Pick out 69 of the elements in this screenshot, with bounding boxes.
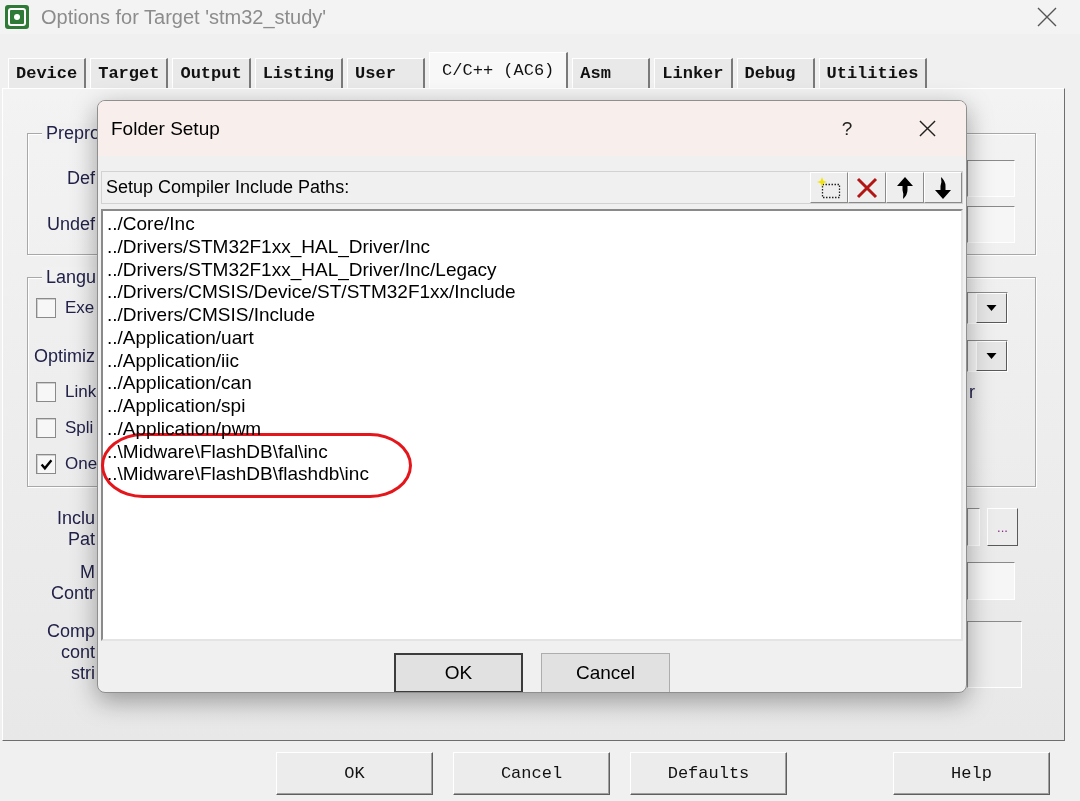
footer-button[interactable]: Cancel (453, 752, 610, 795)
tab[interactable]: User (347, 58, 426, 88)
list-item[interactable]: ../Drivers/CMSIS/Include (103, 304, 961, 327)
list-item[interactable]: ../Drivers/STM32F1xx_HAL_Driver/Inc/Legacy (103, 258, 961, 282)
checkbox-label: One (65, 454, 98, 474)
caret-icon (986, 305, 997, 311)
dropdown[interactable] (967, 340, 1008, 372)
help-button[interactable]: ? (824, 108, 870, 149)
text-area[interactable] (967, 621, 1022, 688)
app-logo-icon (5, 5, 29, 29)
close-icon (918, 120, 936, 137)
tab[interactable]: Debug (736, 58, 815, 88)
tab[interactable]: Linker (654, 58, 733, 88)
checkbox[interactable] (36, 454, 56, 474)
tab[interactable]: Target (90, 58, 169, 88)
field-label: Undef (46, 214, 95, 235)
dialog-title: Folder Setup (111, 117, 220, 140)
caret-icon (986, 353, 997, 359)
close-icon (1037, 7, 1057, 27)
tab[interactable]: Device (8, 58, 87, 88)
dialog-button[interactable]: Cancel (541, 653, 670, 692)
checkbox-label: Spli (65, 418, 94, 438)
browse-button[interactable]: ... (987, 508, 1018, 546)
footer-button[interactable]: Defaults (630, 752, 787, 795)
tab[interactable]: Asm (572, 58, 651, 88)
tab[interactable]: Utilities (818, 58, 928, 88)
move-down-button[interactable] (924, 172, 962, 203)
list-item[interactable]: ../Drivers/STM32F1xx_HAL_Driver/Inc (103, 235, 961, 259)
list-item[interactable]: ..\Midware\FlashDB\flashdb\inc (104, 463, 409, 486)
text-field[interactable] (967, 562, 1015, 600)
footer-button[interactable]: Help (893, 752, 1050, 795)
option-label: r (969, 381, 975, 403)
delete-button[interactable] (848, 172, 886, 203)
checkbox[interactable] (36, 382, 56, 402)
checkbox[interactable] (36, 418, 56, 438)
move-up-button[interactable] (886, 172, 924, 203)
checkbox-label: Link (65, 382, 97, 402)
cross-icon (856, 176, 878, 199)
checkbox-label: Exe (65, 298, 95, 318)
list-item[interactable]: ../Application/can (103, 372, 961, 395)
tab[interactable]: Listing (254, 58, 344, 88)
text-field[interactable] (967, 160, 1015, 197)
checkmark-icon (39, 457, 53, 471)
tab[interactable]: C/C++ (AC6) (429, 52, 569, 88)
list-item[interactable]: ../Core/Inc (103, 213, 961, 236)
field-label: Comp cont stri (47, 621, 95, 684)
list-title: Setup Compiler Include Paths: (105, 177, 350, 198)
list-item[interactable]: ../Drivers/CMSIS/Device/ST/STM32F1xx/Include (103, 281, 961, 304)
field-label: Optimiz (34, 345, 95, 367)
new-button[interactable] (810, 172, 848, 203)
dotted-frame-icon (817, 176, 841, 199)
dialog-button[interactable]: OK (394, 653, 523, 692)
footer-button[interactable]: OK (276, 752, 433, 795)
arrow-down-icon (934, 176, 952, 199)
field-label: Def (67, 168, 95, 189)
list-item[interactable]: ../Application/iic (103, 349, 961, 373)
list-item[interactable]: ../Application/uart (103, 326, 961, 350)
arrow-up-icon (896, 176, 914, 199)
dropdown[interactable] (967, 292, 1008, 324)
tab[interactable]: Output (172, 58, 251, 88)
text-field[interactable] (967, 206, 1015, 243)
field-label: Inclu Pat (56, 508, 95, 550)
text-field[interactable] (967, 508, 980, 546)
list-item[interactable]: ..\Midware\FlashDB\fal\inc (104, 440, 409, 464)
field-label: M Contr (51, 562, 95, 604)
window-title: Options for Target 'stm32_study' (41, 5, 327, 29)
list-item[interactable]: ../Application/spi (103, 395, 961, 418)
close-button[interactable] (1035, 5, 1059, 29)
checkbox[interactable] (36, 298, 56, 318)
